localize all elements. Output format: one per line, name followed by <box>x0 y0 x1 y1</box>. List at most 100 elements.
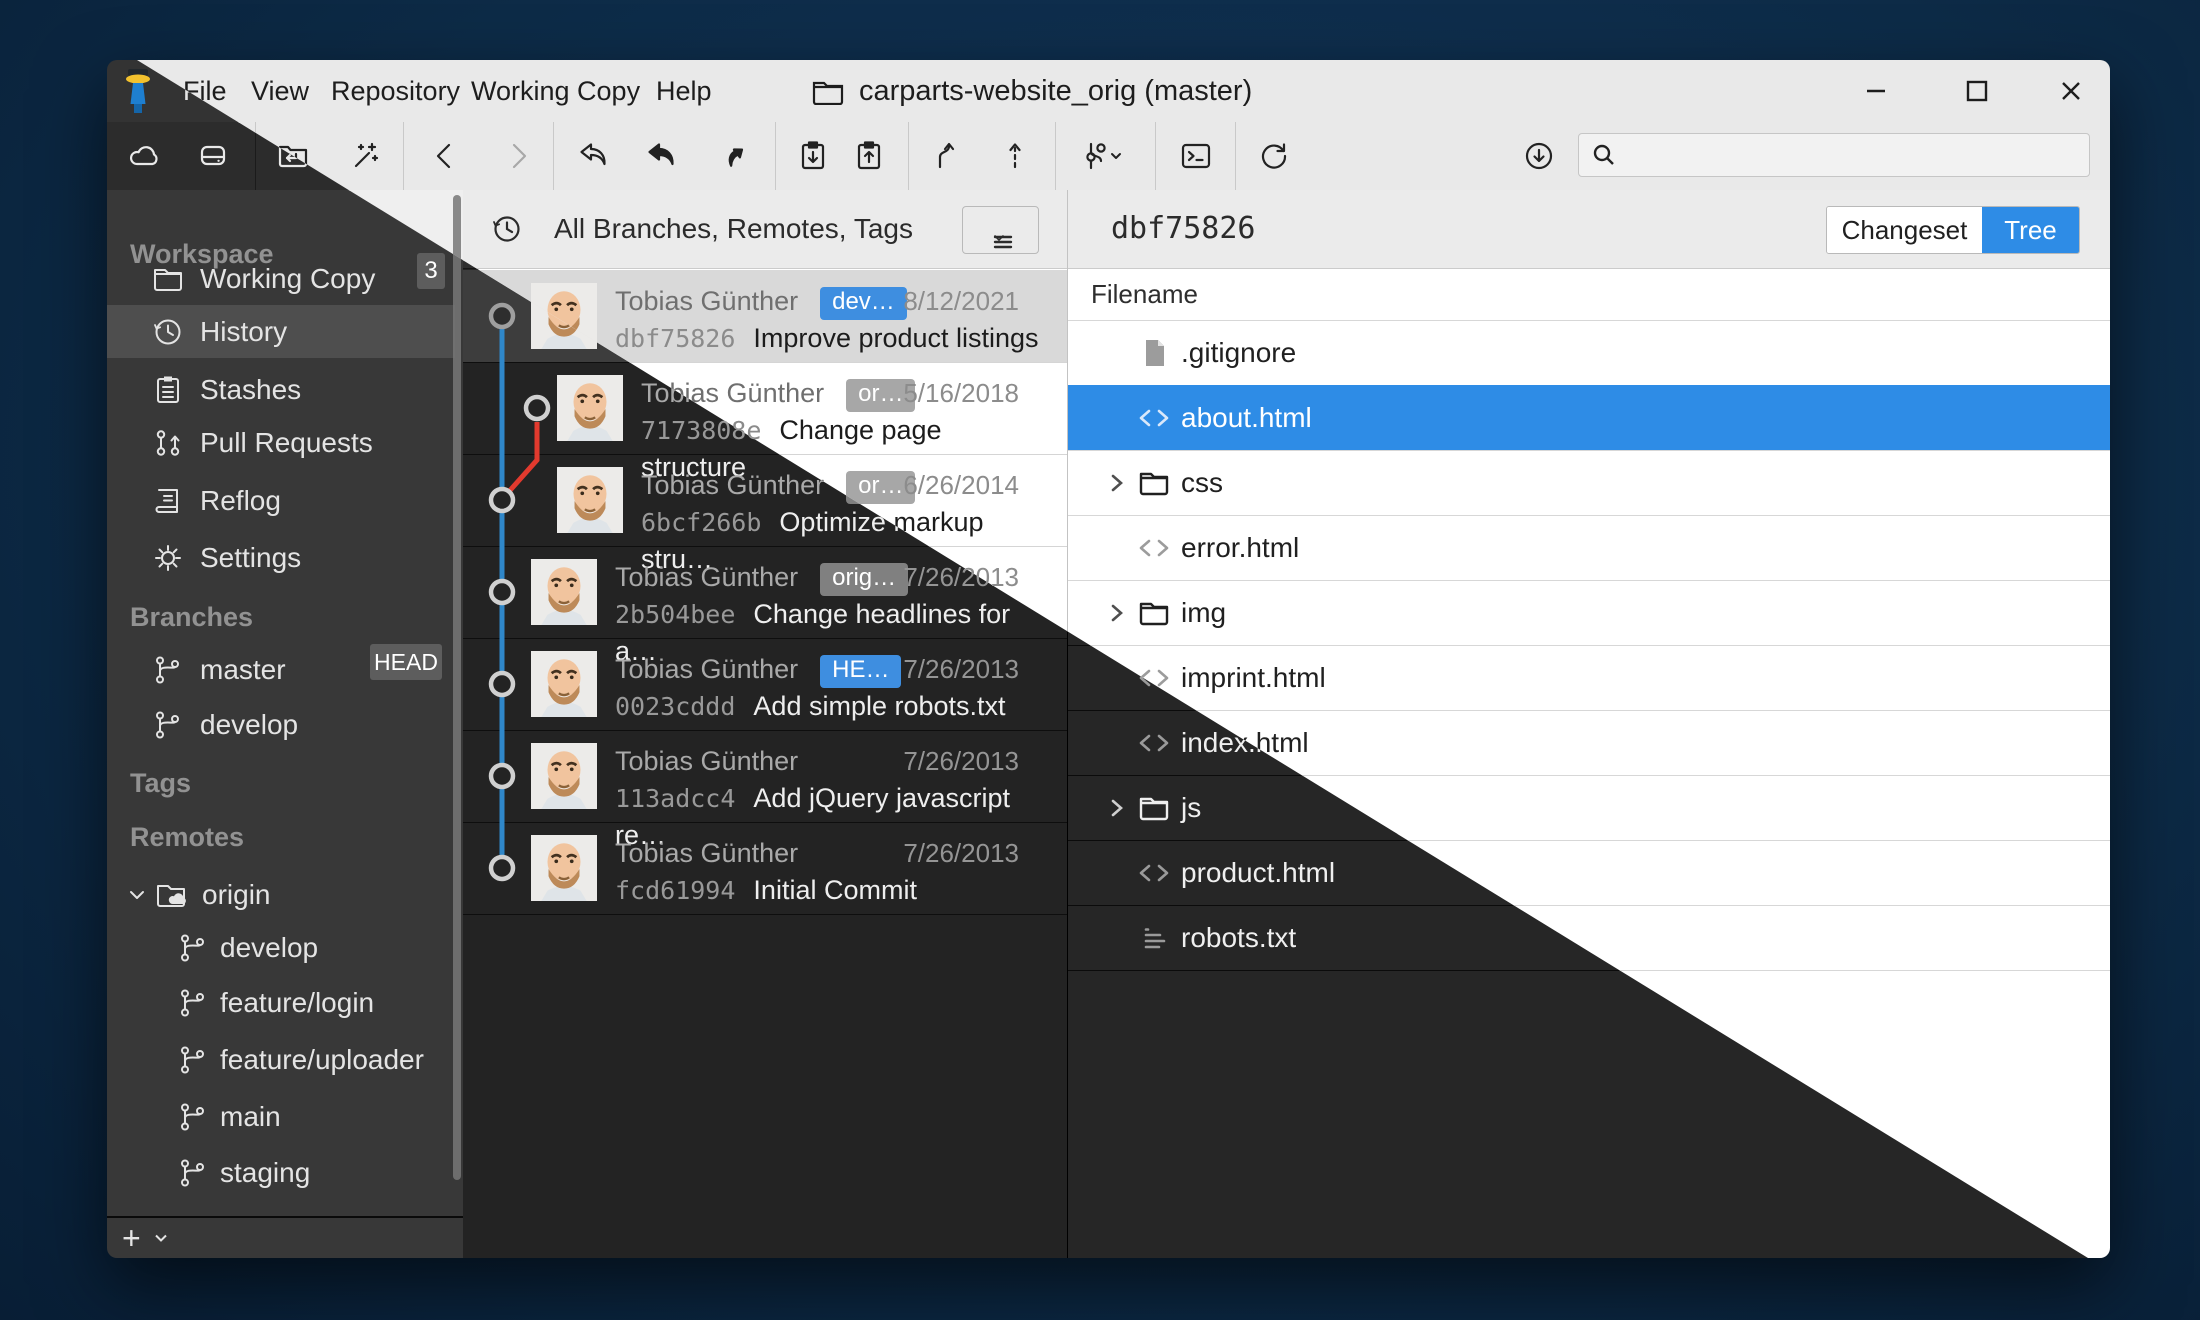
file-row[interactable]: js <box>1068 775 2110 841</box>
sidebar-item-branch-master[interactable]: master HEAD <box>107 644 455 696</box>
add-repository-button[interactable]: + <box>122 1220 141 1257</box>
commit-date: 7/26/2013 <box>903 835 1019 871</box>
file-icon <box>1138 337 1170 369</box>
file-row[interactable]: error.html <box>1068 515 2110 581</box>
menu-view[interactable]: View <box>251 60 309 122</box>
sidebar-item-working-copy[interactable]: Working Copy 3 <box>107 253 455 305</box>
title-bar: File View Repository Working Copy Help c… <box>107 60 2110 123</box>
folder-icon <box>812 77 844 105</box>
sidebar-item-remote-origin[interactable]: origin <box>107 869 455 921</box>
forward-icon[interactable] <box>490 128 546 184</box>
menu-working-copy[interactable]: Working Copy <box>471 60 640 122</box>
sidebar-item-remote-main[interactable]: main <box>107 1091 455 1143</box>
sidebar-item-remote-develop[interactable]: develop <box>107 922 455 974</box>
branch-badge: HE… <box>820 655 901 688</box>
code-icon <box>1138 662 1170 694</box>
file-row[interactable]: css <box>1068 450 2110 516</box>
sidebar-item-stashes[interactable]: Stashes <box>107 364 455 416</box>
tree-tab[interactable]: Tree <box>1982 207 2079 253</box>
commit-hash: 2b504bee <box>615 600 735 629</box>
clock-history-icon <box>491 213 523 245</box>
desktop-background: File View Repository Working Copy Help c… <box>0 0 2200 1320</box>
close-button[interactable] <box>2043 60 2099 122</box>
text-list-icon <box>1138 922 1170 954</box>
history-pane: All Branches, Remotes, Tags Tobias Günth… <box>463 190 1068 1258</box>
maximize-button[interactable] <box>1949 60 2005 122</box>
branches-header: Branches <box>130 599 253 635</box>
branch-icon <box>177 932 209 964</box>
chevron-down-icon[interactable] <box>151 1228 171 1248</box>
reflog-book-icon <box>152 485 184 517</box>
commit-hash: fcd61994 <box>615 876 735 905</box>
commit-date: 8/12/2021 <box>903 283 1019 319</box>
undo-arrow-icon[interactable] <box>566 128 622 184</box>
folder-icon <box>1138 792 1170 824</box>
branch-badge: dev… <box>820 287 907 320</box>
commit-author: Tobias Günther <box>615 838 798 868</box>
folder-icon <box>1138 597 1170 629</box>
search-input[interactable] <box>1617 140 2089 170</box>
chevron-right-icon[interactable] <box>1104 795 1130 821</box>
branch-icon <box>177 1101 209 1133</box>
file-row[interactable]: product.html <box>1068 840 2110 906</box>
cloud-icon[interactable] <box>116 128 172 184</box>
git-flow-icon[interactable] <box>1063 128 1139 184</box>
sidebar-item-reflog[interactable]: Reflog <box>107 475 455 527</box>
file-row[interactable]: imprint.html <box>1068 645 2110 711</box>
file-row[interactable]: .gitignore <box>1068 320 2110 386</box>
commit-id-label: dbf75826 <box>1111 190 1256 268</box>
sidebar-item-pull-requests[interactable]: Pull Requests <box>107 417 455 469</box>
gear-icon <box>152 542 184 574</box>
file-row[interactable]: robots.txt <box>1068 905 2110 971</box>
sidebar-item-history[interactable]: History <box>107 305 455 358</box>
chevron-right-icon[interactable] <box>1104 470 1130 496</box>
pull-arrow-icon[interactable] <box>634 128 690 184</box>
merge-icon[interactable] <box>919 128 975 184</box>
working-copy-count-badge: 3 <box>417 253 445 289</box>
chevron-right-icon[interactable] <box>1104 600 1130 626</box>
commit-author: Tobias Günther <box>615 286 798 316</box>
clock-history-icon <box>152 316 184 348</box>
list-options-button[interactable] <box>962 206 1039 254</box>
sidebar-item-settings[interactable]: Settings <box>107 532 455 584</box>
menu-file[interactable]: File <box>183 60 227 122</box>
rebase-icon[interactable] <box>987 128 1043 184</box>
fetch-circle-icon[interactable] <box>1511 128 1567 184</box>
file-row[interactable]: index.html <box>1068 710 2110 776</box>
sidebar-item-remote-feature-uploader[interactable]: feature/uploader <box>107 1034 455 1086</box>
clipboard-apply-icon[interactable] <box>785 128 841 184</box>
branch-icon <box>152 654 184 686</box>
commit-hash: dbf75826 <box>615 324 735 353</box>
push-arrow-icon[interactable] <box>702 128 758 184</box>
refresh-icon[interactable] <box>1246 128 1302 184</box>
tags-header: Tags <box>130 765 191 801</box>
clipboard-save-icon[interactable] <box>841 128 897 184</box>
commit-hash: 113adcc4 <box>615 784 735 813</box>
file-row[interactable]: about.html <box>1068 385 2110 451</box>
file-row[interactable]: img <box>1068 580 2110 646</box>
sidebar-item-remote-staging[interactable]: staging <box>107 1147 455 1199</box>
search-icon <box>1591 142 1617 168</box>
code-icon <box>1138 857 1170 889</box>
commit-author: Tobias Günther <box>641 378 824 408</box>
commit-date: 5/16/2018 <box>903 375 1019 411</box>
sidebar-item-remote-feature-login[interactable]: feature/login <box>107 977 455 1029</box>
chevron-down-icon[interactable] <box>125 883 149 907</box>
search-box <box>1578 133 2090 177</box>
back-icon[interactable] <box>417 128 473 184</box>
minimize-button[interactable] <box>1848 60 1904 122</box>
terminal-icon[interactable] <box>1168 128 1224 184</box>
sidebar-scrollbar[interactable] <box>453 195 461 1180</box>
app-window-dark-theme: File View Repository Working Copy Help c… <box>107 60 2110 1258</box>
magic-wand-icon[interactable] <box>337 128 393 184</box>
changeset-tab[interactable]: Changeset <box>1827 207 1982 253</box>
sidebar-item-branch-develop[interactable]: develop <box>107 699 455 751</box>
folder-icon <box>1138 467 1170 499</box>
remotes-header: Remotes <box>130 819 244 855</box>
commit-author: Tobias Günther <box>615 654 798 684</box>
menu-help[interactable]: Help <box>656 60 712 122</box>
device-icon[interactable] <box>185 128 241 184</box>
menu-repository[interactable]: Repository <box>331 60 460 122</box>
branch-filter-label: All Branches, Remotes, Tags <box>554 190 913 268</box>
open-repository-icon[interactable] <box>265 128 321 184</box>
